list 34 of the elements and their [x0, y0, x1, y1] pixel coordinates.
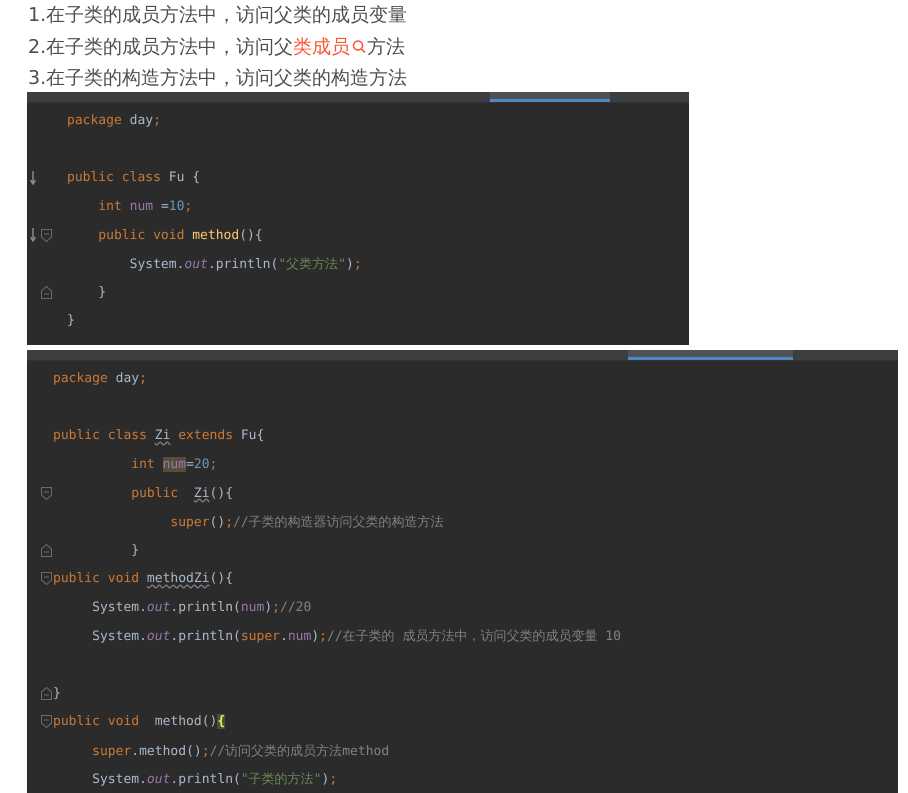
fold-icon[interactable]	[40, 686, 52, 700]
code-line: public void methodZi(){	[53, 571, 234, 586]
code-line: super.method();//访问父类的成员方法method	[91, 742, 390, 760]
down-arrow-icon[interactable]	[30, 228, 36, 242]
fold-icon[interactable]	[40, 572, 52, 586]
search-icon	[351, 39, 368, 56]
code-line: package day;	[67, 113, 161, 128]
code-line: System.out.println(num);//20	[91, 600, 312, 616]
link[interactable]: 类成员	[293, 32, 368, 63]
code-line: public void method(){	[53, 714, 226, 730]
code-line: int num =10;	[97, 199, 192, 214]
down-arrow-icon[interactable]	[30, 170, 36, 185]
code-line: public void method(){	[97, 228, 263, 243]
code-line: System.out.println(super.num);//在子类的 成员方法中，访问父类的成员变量 10	[91, 628, 621, 646]
code-line: }	[97, 284, 106, 300]
code-line: }	[130, 542, 140, 558]
code-line: public Zi(){	[130, 486, 234, 501]
code-line: System.out.println("父类方法");	[128, 256, 362, 273]
fold-icon[interactable]	[40, 486, 52, 500]
code-line: super();//子类的构造器访问父类的构造方法	[169, 514, 444, 531]
code-line: }	[67, 313, 75, 328]
code-line: public class Zi extends Fu{	[53, 428, 264, 444]
list-item: 3.在子类的构造方法中，访问父类的构造方法	[28, 66, 408, 91]
fold-icon[interactable]	[40, 715, 52, 728]
code-line: int num=20;	[130, 457, 218, 472]
fold-icon[interactable]	[40, 286, 52, 299]
fold-icon[interactable]	[40, 544, 52, 557]
code-line: package day;	[53, 371, 147, 386]
code-line: System.out.println("子类的方法");	[91, 771, 338, 788]
list-item: 2.在子类的成员方法中，访问父类成员 方法	[28, 32, 908, 63]
code-line: public class Fu {	[67, 170, 200, 186]
code-line: }	[53, 686, 61, 701]
list-item: 1.在子类的成员方法中，访问父类的成员变量	[28, 3, 408, 28]
fold-icon[interactable]	[40, 228, 52, 242]
